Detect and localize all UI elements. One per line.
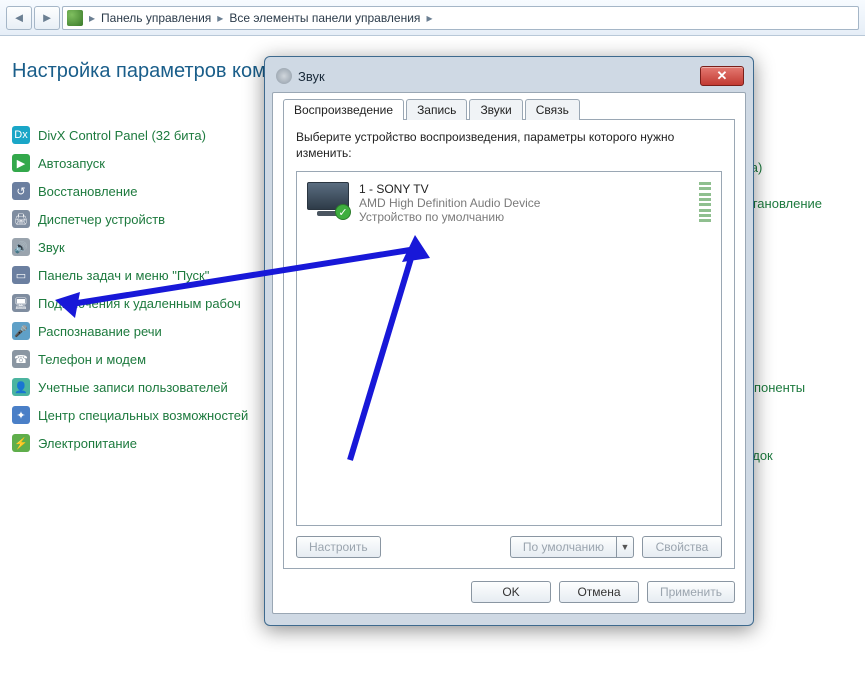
dialog-footer: OK Отмена Применить bbox=[283, 581, 735, 603]
cancel-button[interactable]: Отмена bbox=[559, 581, 639, 603]
device-status: Устройство по умолчанию bbox=[359, 210, 540, 224]
level-meter-icon bbox=[699, 182, 711, 222]
default-check-icon: ✓ bbox=[335, 204, 351, 220]
nav-back-button[interactable]: ◄ bbox=[6, 6, 32, 30]
control-panel-item-label: Восстановление bbox=[38, 184, 137, 199]
control-panel-icon bbox=[67, 10, 83, 26]
control-panel-item-label: Распознавание речи bbox=[38, 324, 162, 339]
control-panel-item-icon: ▭ bbox=[12, 266, 30, 284]
dialog-tabs: Воспроизведение Запись Звуки Связь bbox=[283, 99, 735, 120]
control-panel-item-icon: ↺ bbox=[12, 182, 30, 200]
tab-communications[interactable]: Связь bbox=[525, 99, 580, 120]
sound-dialog: Звук ✕ Воспроизведение Запись Звуки Связ… bbox=[264, 56, 754, 626]
control-panel-item-label: Диспетчер устройств bbox=[38, 212, 165, 227]
control-panel-item-label: Учетные записи пользователей bbox=[38, 380, 228, 395]
dialog-titlebar[interactable]: Звук ✕ bbox=[272, 64, 746, 92]
device-description: AMD High Definition Audio Device bbox=[359, 196, 540, 210]
control-panel-item-label: Автозапуск bbox=[38, 156, 105, 171]
device-name: 1 - SONY TV bbox=[359, 182, 540, 196]
breadcrumb[interactable]: ▸ Панель управления ▸ Все элементы панел… bbox=[62, 6, 859, 30]
tab-pane-playback: Выберите устройство воспроизведения, пар… bbox=[283, 119, 735, 569]
device-list[interactable]: ✓ 1 - SONY TV AMD High Definition Audio … bbox=[296, 171, 722, 526]
breadcrumb-part[interactable]: Панель управления bbox=[101, 11, 211, 25]
control-panel-item-icon: 👤 bbox=[12, 378, 30, 396]
control-panel-item-icon: ✦ bbox=[12, 406, 30, 424]
control-panel-item-partial[interactable]: становление bbox=[745, 196, 822, 211]
set-default-button[interactable]: По умолчанию ▼ bbox=[510, 536, 634, 558]
instruction-text: Выберите устройство воспроизведения, пар… bbox=[296, 130, 722, 161]
dialog-title: Звук bbox=[298, 69, 325, 84]
close-button[interactable]: ✕ bbox=[700, 66, 744, 86]
control-panel-item-icon: Dx bbox=[12, 126, 30, 144]
chevron-right-icon: ▸ bbox=[426, 11, 432, 25]
control-panel-item-label: Центр специальных возможностей bbox=[38, 408, 248, 423]
control-panel-item-icon: ▶ bbox=[12, 154, 30, 172]
tab-sounds[interactable]: Звуки bbox=[469, 99, 522, 120]
tab-playback[interactable]: Воспроизведение bbox=[283, 99, 404, 120]
address-bar: ◄ ► ▸ Панель управления ▸ Все элементы п… bbox=[0, 0, 865, 36]
control-panel-item-label: Звук bbox=[38, 240, 65, 255]
properties-button[interactable]: Свойства bbox=[642, 536, 722, 558]
control-panel-item-label: Подключения к удаленным рабоч bbox=[38, 296, 241, 311]
chevron-right-icon: ▸ bbox=[89, 11, 95, 25]
tv-icon: ✓ bbox=[307, 182, 349, 218]
control-panel-item-icon: 🖨 bbox=[12, 210, 30, 228]
control-panel-item-icon: 🔊 bbox=[12, 238, 30, 256]
control-panel-item-icon: ☎ bbox=[12, 350, 30, 368]
control-panel-item-icon: 🎤 bbox=[12, 322, 30, 340]
dialog-body: Воспроизведение Запись Звуки Связь Выбер… bbox=[272, 92, 746, 614]
control-panel-item-label: DivX Control Panel (32 бита) bbox=[38, 128, 206, 143]
configure-button[interactable]: Настроить bbox=[296, 536, 381, 558]
chevron-right-icon: ▸ bbox=[217, 11, 223, 25]
device-item[interactable]: ✓ 1 - SONY TV AMD High Definition Audio … bbox=[303, 178, 715, 228]
breadcrumb-part[interactable]: Все элементы панели управления bbox=[229, 11, 420, 25]
control-panel-item-label: Телефон и модем bbox=[38, 352, 146, 367]
control-panel-item-partial[interactable]: мпоненты bbox=[745, 380, 805, 395]
control-panel-item-icon: ⚡ bbox=[12, 434, 30, 452]
chevron-down-icon[interactable]: ▼ bbox=[616, 536, 634, 558]
ok-button[interactable]: OK bbox=[471, 581, 551, 603]
control-panel-item-icon: 🖥 bbox=[12, 294, 30, 312]
control-panel-item-label: Панель задач и меню "Пуск" bbox=[38, 268, 209, 283]
nav-forward-button[interactable]: ► bbox=[34, 6, 60, 30]
speaker-icon bbox=[276, 68, 292, 84]
apply-button[interactable]: Применить bbox=[647, 581, 735, 603]
control-panel-item-label: Электропитание bbox=[38, 436, 137, 451]
tab-recording[interactable]: Запись bbox=[406, 99, 467, 120]
